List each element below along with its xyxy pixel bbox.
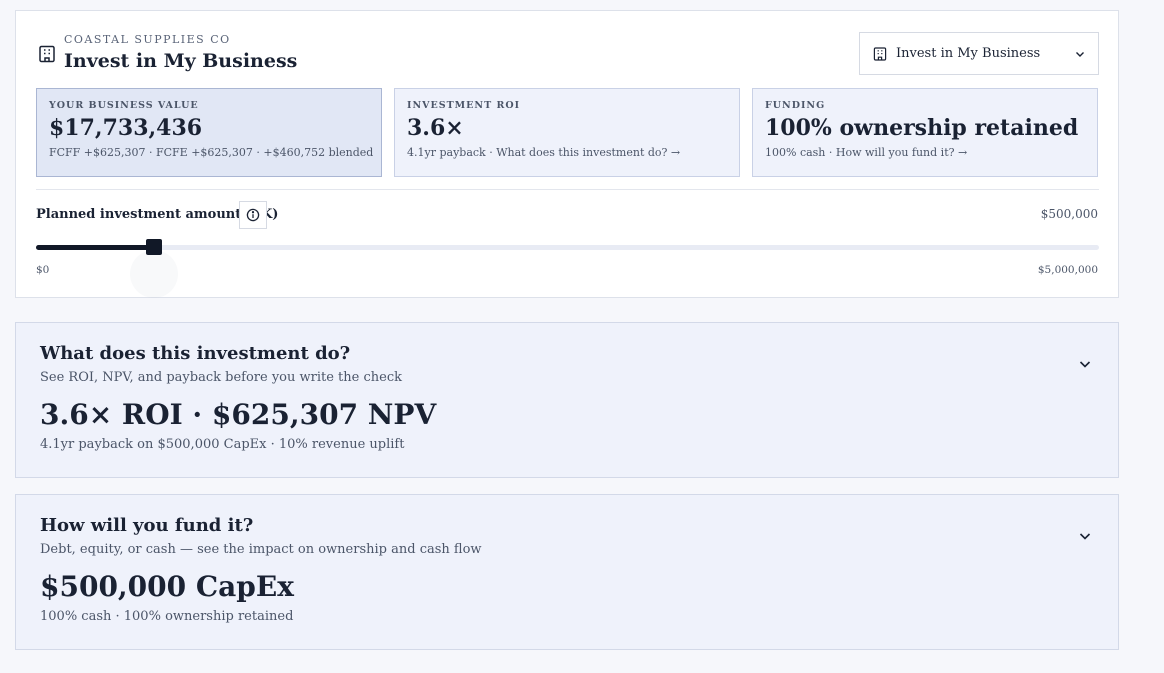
kpi-label: YOUR BUSINESS VALUE <box>49 100 199 111</box>
section-title: What does this investment do? <box>40 343 351 364</box>
section-title: How will you fund it? <box>40 515 254 536</box>
kpi-subtext: FCFF +$625,307 · FCFE +$625,307 · +$460,… <box>49 146 374 159</box>
investment-slider-thumb[interactable] <box>146 239 163 255</box>
investment-header-card: COASTAL SUPPLIES CO Invest in My Busines… <box>15 10 1119 298</box>
info-icon <box>246 208 260 222</box>
section-subtitle: Debt, equity, or cash — see the impact o… <box>40 542 482 557</box>
section-subtitle: See ROI, NPV, and payback before you wri… <box>40 370 402 385</box>
kpi-value: 100% ownership retained <box>765 115 1079 141</box>
chevron-down-icon[interactable] <box>1078 529 1092 543</box>
section-footnote: 100% cash · 100% ownership retained <box>40 609 294 624</box>
company-name: COASTAL SUPPLIES CO <box>64 33 231 46</box>
chevron-down-icon[interactable] <box>1078 357 1092 371</box>
kpi-card-business-value[interactable]: YOUR BUSINESS VALUE $17,733,436 FCFF +$6… <box>36 88 382 177</box>
info-button[interactable] <box>239 201 267 229</box>
kpi-subtext: 4.1yr payback · What does this investmen… <box>407 146 681 159</box>
section-headline: $500,000 CapEx <box>40 570 294 603</box>
slider-value: $500,000 <box>1040 207 1098 221</box>
section-investment-impact[interactable]: What does this investment do? See ROI, N… <box>15 322 1119 478</box>
scenario-select[interactable]: Invest in My Business <box>859 32 1099 75</box>
section-funding[interactable]: How will you fund it? Debt, equity, or c… <box>15 494 1119 650</box>
section-footnote: 4.1yr payback on $500,000 CapEx · 10% re… <box>40 437 405 452</box>
slider-min-label: $0 <box>36 264 50 276</box>
kpi-label: FUNDING <box>765 100 826 111</box>
investment-slider-fill <box>36 245 151 250</box>
kpi-value: $17,733,436 <box>49 115 203 141</box>
kpi-card-investment-roi[interactable]: INVESTMENT ROI 3.6× 4.1yr payback · What… <box>394 88 740 177</box>
page-title: Invest in My Business <box>64 50 298 72</box>
kpi-card-funding[interactable]: FUNDING 100% ownership retained 100% cas… <box>752 88 1098 177</box>
scenario-select-value: Invest in My Business <box>896 46 1041 61</box>
building-icon <box>873 46 887 61</box>
building-icon <box>39 45 55 63</box>
investment-slider-track[interactable] <box>36 245 1099 250</box>
kpi-value: 3.6× <box>407 115 464 141</box>
divider <box>36 189 1099 190</box>
kpi-label: INVESTMENT ROI <box>407 100 521 111</box>
chevron-down-icon <box>1076 51 1084 57</box>
slider-thumb-halo <box>130 250 179 298</box>
kpi-subtext: 100% cash · How will you fund it? → <box>765 146 968 159</box>
section-headline: 3.6× ROI · $625,307 NPV <box>40 398 437 431</box>
slider-max-label: $5,000,000 <box>1037 264 1098 276</box>
